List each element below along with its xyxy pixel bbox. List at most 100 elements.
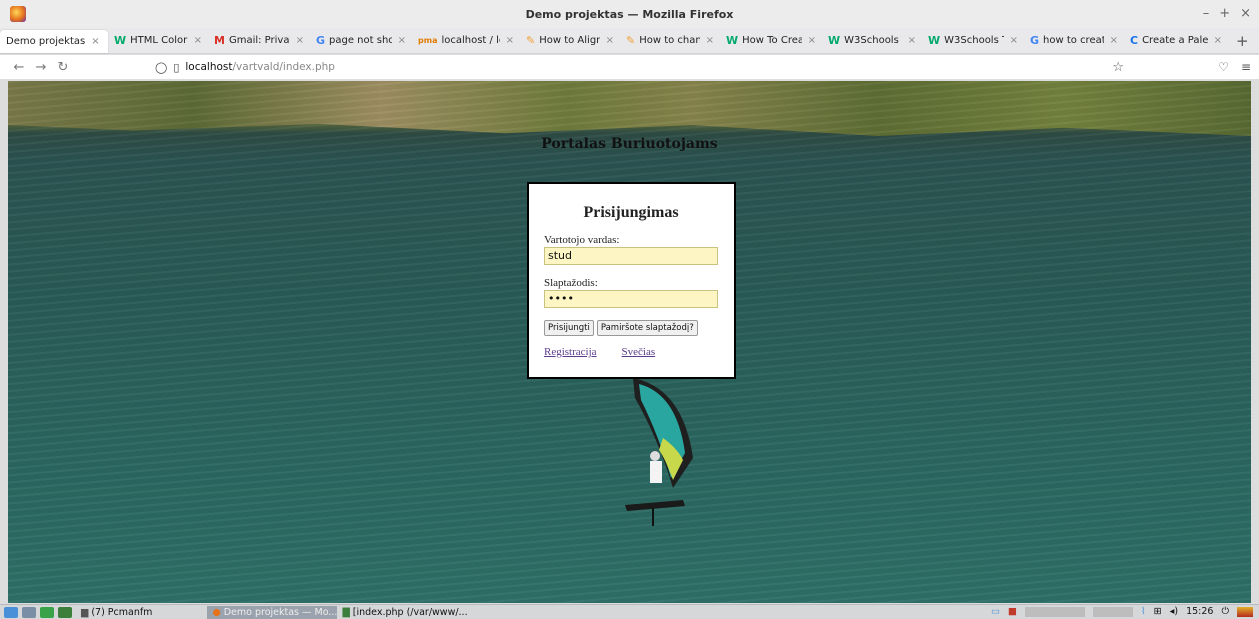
w3schools-icon: W: [114, 34, 127, 47]
wing-foil-sailor-image: [625, 378, 693, 526]
tab-label: Create a Palett: [1142, 35, 1208, 46]
url-host: localhost: [185, 61, 233, 73]
tab-how-to-create-google[interactable]: G how to create ×: [1024, 28, 1124, 53]
password-label: Slaptažodis:: [544, 277, 598, 289]
firefox-icon: ●: [212, 606, 221, 618]
window-title: Demo projektas — Mozilla Firefox: [525, 7, 734, 21]
reload-icon[interactable]: ↻: [52, 60, 74, 75]
taskbar-task-editor[interactable]: ▇ [index.php (/var/www/...: [337, 606, 472, 619]
login-form: Prisijungimas Vartotojo vardas: stud Sla…: [527, 182, 736, 379]
pocket-icon[interactable]: ♡: [1218, 60, 1229, 74]
taskbar: ▆ (7) Pcmanfm ● Demo projektas — Mo... ▇…: [0, 604, 1259, 619]
tab-create-a-palette[interactable]: C Create a Palett ×: [1124, 28, 1228, 53]
bluetooth-icon[interactable]: ⌇: [1141, 606, 1146, 617]
menu-icon[interactable]: ≡: [1241, 60, 1251, 74]
taskbar-task-label: [index.php (/var/www/...: [352, 606, 468, 618]
tab-label: how to create: [1043, 35, 1104, 46]
tab-label: Demo projektas: [6, 36, 86, 47]
w3schools-icon: W: [828, 34, 841, 47]
tab-how-to-align[interactable]: ✎ How to Align a ×: [520, 28, 620, 53]
url-path: /vartvald/index.php: [232, 61, 335, 73]
tab-how-to-change[interactable]: ✎ How to change ×: [620, 28, 720, 53]
close-tab-icon[interactable]: ×: [1110, 35, 1118, 46]
pencil-icon: ✎: [526, 34, 536, 47]
close-tab-icon[interactable]: ×: [398, 35, 406, 46]
bookmark-star-icon[interactable]: ☆: [1112, 60, 1124, 75]
start-menu-icon[interactable]: [4, 606, 18, 618]
password-input[interactable]: ••••: [544, 290, 718, 308]
tab-w3schools-tryit-1[interactable]: W W3Schools Try ×: [822, 28, 922, 53]
close-tab-icon[interactable]: ×: [1214, 35, 1222, 46]
close-window-button[interactable]: ×: [1240, 6, 1251, 21]
clock[interactable]: 15:26: [1186, 606, 1213, 617]
close-tab-icon[interactable]: ×: [506, 35, 514, 46]
app-tray-icon[interactable]: ■: [1008, 606, 1017, 617]
taskbar-task-label: (7) Pcmanfm: [91, 606, 153, 618]
tab-label: Gmail: Private: [228, 35, 290, 46]
window-controls: – + ×: [1203, 6, 1251, 21]
pencil-icon: ✎: [626, 34, 636, 47]
terminal-icon[interactable]: [40, 606, 54, 618]
tab-label: W3Schools Try: [944, 35, 1003, 46]
close-tab-icon[interactable]: ×: [706, 35, 714, 46]
page-icon: ▯: [173, 60, 180, 74]
memory-monitor: [1093, 606, 1133, 617]
tab-w3schools-tryit-2[interactable]: W W3Schools Try ×: [922, 28, 1024, 53]
register-link[interactable]: Registracija: [544, 346, 597, 358]
page-viewport: Portalas Buriuotojams Prisijungimas Vart…: [8, 81, 1251, 603]
editor-icon: ▇: [342, 606, 350, 618]
guest-link[interactable]: Svečias: [622, 346, 656, 358]
firefox-icon: [10, 6, 26, 22]
close-tab-icon[interactable]: ×: [194, 35, 202, 46]
system-tray: ▭ ■ ⌇ ⊞ ◂) 15:26 ⏻: [991, 606, 1253, 617]
desktop-icon[interactable]: [22, 606, 36, 618]
w3schools-icon: W: [726, 34, 739, 47]
phpmyadmin-icon: pma: [418, 36, 438, 45]
google-icon: G: [1030, 34, 1040, 47]
taskbar-task-firefox[interactable]: ● Demo projektas — Mo...: [207, 605, 337, 619]
close-tab-icon[interactable]: ×: [1010, 35, 1018, 46]
window-list-icon[interactable]: ▭: [991, 606, 1000, 617]
url-bar[interactable]: ◯ ▯ localhost/vartvald/index.php ☆: [155, 57, 1130, 77]
taskbar-task-pcmanfm[interactable]: ▆ (7) Pcmanfm: [76, 606, 157, 619]
tab-label: How To Create: [742, 35, 802, 46]
username-label: Vartotojo vardas:: [544, 234, 620, 246]
volume-icon[interactable]: ◂): [1170, 606, 1178, 617]
close-tab-icon[interactable]: ×: [908, 35, 916, 46]
tab-label: How to Align a: [539, 35, 600, 46]
new-tab-button[interactable]: +: [1228, 28, 1257, 53]
back-arrow-icon[interactable]: ←: [8, 60, 30, 75]
tab-label: page not show: [329, 35, 392, 46]
close-tab-icon[interactable]: ×: [296, 35, 304, 46]
login-button[interactable]: Prisijungti: [544, 320, 594, 336]
forward-arrow-icon[interactable]: →: [30, 60, 52, 75]
close-tab-icon[interactable]: ×: [808, 35, 816, 46]
tab-localhost-phpmyadmin[interactable]: pma localhost / loc ×: [412, 28, 520, 53]
forgot-password-button[interactable]: Pamiršote slaptažodį?: [596, 320, 698, 336]
tab-how-to-create[interactable]: W How To Create ×: [720, 28, 822, 53]
power-icon[interactable]: ⏻: [1221, 606, 1229, 617]
maximize-button[interactable]: +: [1219, 6, 1230, 21]
tab-demo-projektas[interactable]: Demo projektas ×: [0, 30, 108, 53]
network-icon[interactable]: ⊞: [1154, 606, 1162, 617]
close-tab-icon[interactable]: ×: [606, 35, 614, 46]
minimize-button[interactable]: –: [1203, 6, 1210, 21]
shield-icon: ◯: [155, 60, 168, 74]
cpu-monitor: [1025, 606, 1085, 617]
gmail-icon: M: [214, 34, 225, 47]
tab-label: localhost / loc: [441, 35, 499, 46]
tab-label: How to change: [639, 35, 700, 46]
login-heading: Prisijungimas: [583, 204, 679, 221]
folder-icon: ▆: [81, 606, 89, 618]
close-tab-icon[interactable]: ×: [91, 36, 99, 47]
username-input[interactable]: stud: [544, 247, 718, 265]
navigation-bar: ← → ↻ ◯ ▯ localhost/vartvald/index.php ☆…: [0, 55, 1259, 80]
flag-icon: [1237, 606, 1253, 617]
tab-page-not-show[interactable]: G page not show ×: [310, 28, 412, 53]
tab-label: HTML Color Pic: [130, 35, 188, 46]
tab-html-color-picker[interactable]: W HTML Color Pic ×: [108, 28, 208, 53]
page-title: Portalas Buriuotojams: [541, 136, 718, 152]
editor-icon[interactable]: [58, 606, 72, 618]
coolors-icon: C: [1130, 34, 1139, 47]
tab-gmail[interactable]: M Gmail: Private ×: [208, 28, 310, 53]
